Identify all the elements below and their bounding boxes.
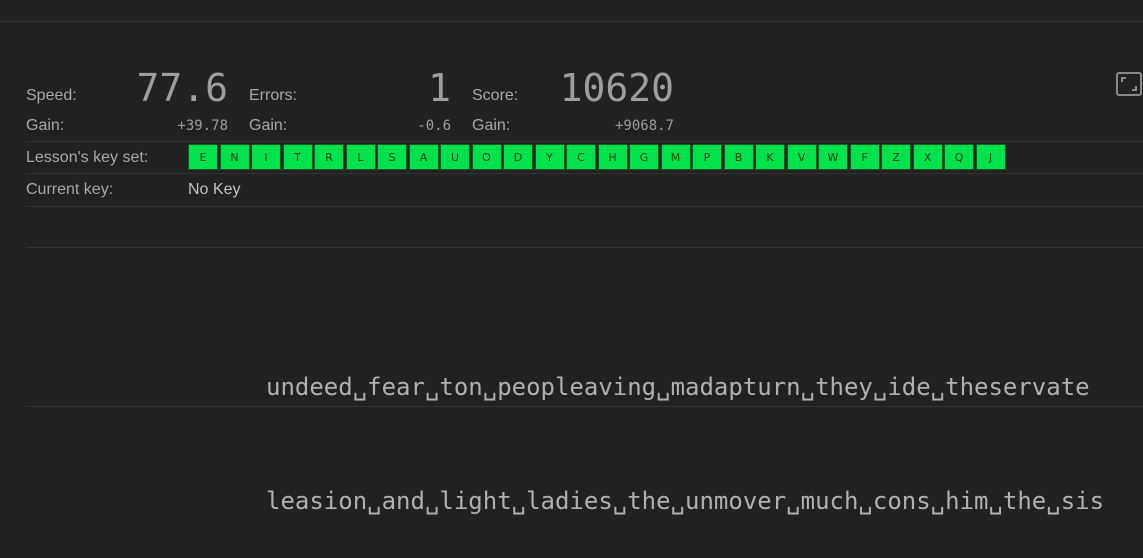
divider	[26, 206, 1143, 207]
key-chip: X	[912, 144, 943, 170]
key-chip: B	[723, 144, 754, 170]
key-chip: U	[440, 144, 470, 170]
key-chip: Q	[944, 144, 974, 170]
key-chip: E	[188, 144, 218, 170]
divider	[26, 141, 1143, 142]
key-chip: N	[219, 144, 250, 170]
text-line-2: leasion␣and␣light␣ladies␣the␣unmover␣muc…	[266, 487, 1105, 515]
errors-gain-label: Gain:	[249, 117, 288, 134]
key-chip: S	[377, 144, 407, 170]
key-chip: C	[566, 144, 596, 170]
key-chip: L	[345, 144, 376, 170]
errors-gain-value: -0.6	[417, 118, 451, 134]
key-chip: O	[471, 144, 502, 170]
divider	[26, 247, 1143, 248]
score-gain-label: Gain:	[472, 117, 511, 134]
speed-value: 77.6	[136, 66, 228, 110]
key-chip: G	[629, 144, 659, 170]
key-chip: T	[282, 144, 313, 170]
current-key-label: Current key:	[26, 181, 114, 198]
errors-value: 1	[428, 66, 451, 110]
score-value: 10620	[559, 66, 674, 110]
top-bar	[0, 0, 1143, 22]
key-chip: R	[314, 144, 344, 170]
divider	[26, 173, 1143, 174]
speed-label: Speed:	[26, 87, 77, 104]
fullscreen-icon	[1116, 72, 1142, 96]
key-chip: I	[251, 144, 281, 170]
errors-label: Errors:	[249, 87, 297, 104]
score-gain-value: +9068.7	[614, 118, 674, 134]
score-label: Score:	[472, 87, 519, 104]
key-chip: J	[975, 144, 1006, 170]
key-chip: M	[660, 144, 691, 170]
lesson-keyset-label: Lesson's key set:	[26, 149, 149, 166]
fullscreen-button[interactable]	[1115, 70, 1143, 98]
key-chip: K	[755, 144, 785, 170]
divider	[26, 406, 1143, 407]
key-chip: W	[818, 144, 848, 170]
key-chip: H	[597, 144, 628, 170]
key-chip: V	[786, 144, 817, 170]
key-chip: P	[692, 144, 722, 170]
key-chip: D	[503, 144, 533, 170]
text-line-1: undeed␣fear␣ton␣peopleaving␣madapturn␣th…	[266, 373, 1090, 401]
speed-gain-value: +39.78	[177, 118, 228, 134]
speed-gain-label: Gain:	[26, 117, 65, 134]
key-chip: Y	[534, 144, 565, 170]
lesson-keyset: ENITRLSAUODYCHGMPBKVWFZXQJ	[188, 144, 1007, 170]
current-key-value: No Key	[188, 181, 241, 198]
key-chip: Z	[881, 144, 911, 170]
key-chip: A	[408, 144, 439, 170]
typing-text-area[interactable]: undeed␣fear␣ton␣peopleaving␣madapturn␣th…	[266, 292, 1104, 558]
key-chip: F	[849, 144, 880, 170]
